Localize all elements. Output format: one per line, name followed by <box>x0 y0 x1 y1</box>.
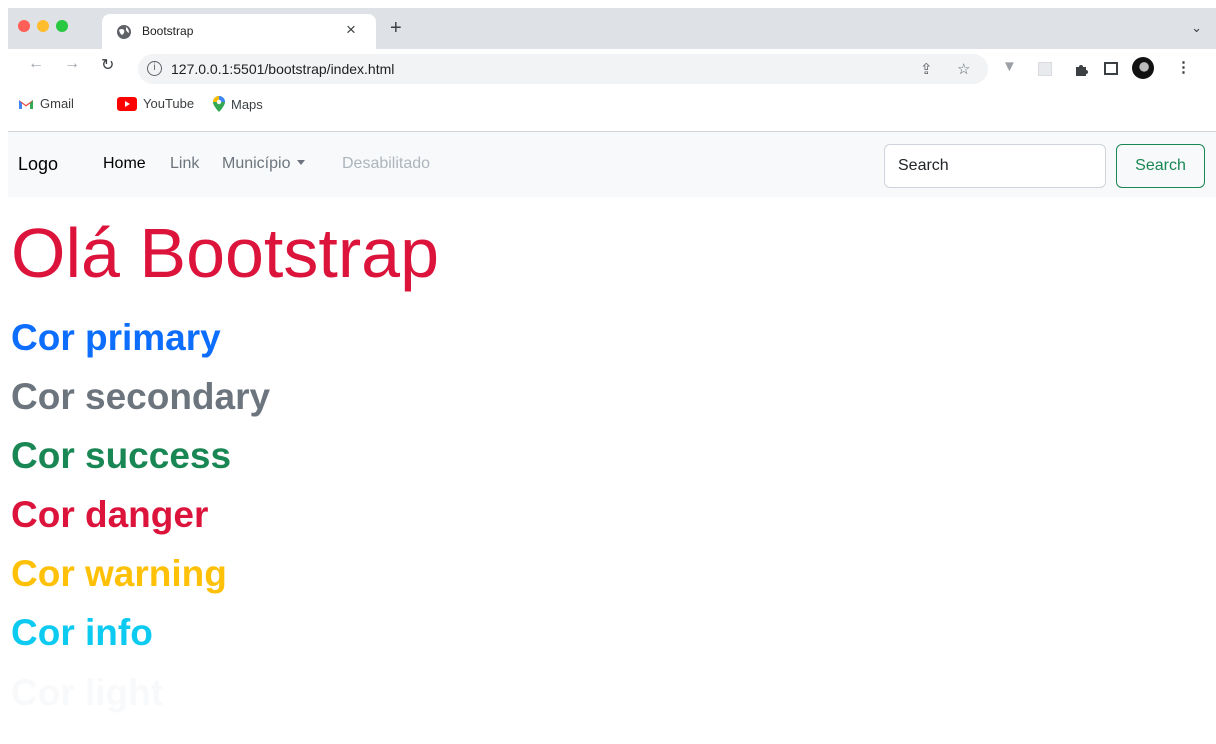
bookmark-label: YouTube <box>143 96 195 111</box>
nav-dropdown-municipio[interactable]: Município <box>222 155 306 173</box>
globe-icon <box>117 25 131 39</box>
youtube-icon <box>117 96 137 111</box>
color-text-danger: Cor danger <box>11 494 209 535</box>
bookmark-youtube[interactable]: YouTube <box>117 96 194 111</box>
share-icon[interactable]: ⇪ <box>920 60 933 78</box>
zoom-window-button[interactable] <box>56 20 68 32</box>
tab-close-icon[interactable]: × <box>346 20 356 40</box>
gmail-icon <box>19 99 33 109</box>
bootstrap-navbar: Logo Home Link Município Desabilitado Se… <box>8 132 1216 197</box>
tab-bootstrap[interactable]: Bootstrap × <box>102 14 376 49</box>
browser-toolbar: ← → ↻ i 127.0.0.1:5501/bootstrap/index.h… <box>8 49 1216 99</box>
side-panel-icon[interactable] <box>1104 62 1118 75</box>
page-viewport: Logo Home Link Município Desabilitado Se… <box>8 131 1216 744</box>
browser-window: Bootstrap × + ⌄ ← → ↻ i 127.0.0.1:5501/b… <box>8 8 1216 744</box>
window-controls <box>18 20 68 32</box>
extensions-puzzle-icon[interactable] <box>1074 62 1089 77</box>
navbar-brand[interactable]: Logo <box>18 154 58 175</box>
bookmark-maps[interactable]: Maps <box>213 96 263 112</box>
address-bar[interactable]: i 127.0.0.1:5501/bootstrap/index.html ⇪ … <box>138 54 988 84</box>
color-text-success: Cor success <box>11 435 232 476</box>
color-text-light: Cor light <box>11 672 164 713</box>
nav-link-disabled: Desabilitado <box>342 155 431 172</box>
url-text[interactable]: 127.0.0.1:5501/bootstrap/index.html <box>171 61 394 77</box>
reload-icon[interactable]: ↻ <box>101 55 114 75</box>
search-input[interactable] <box>884 144 1106 188</box>
nav-dropdown-label: Município <box>222 155 291 172</box>
menu-kebab-icon[interactable]: ⋮ <box>1176 58 1191 76</box>
bookmark-gmail[interactable]: Gmail <box>18 96 74 111</box>
color-text-info: Cor info <box>11 612 153 653</box>
bookmarks-bar: Gmail YouTube Maps <box>8 96 1216 131</box>
close-window-button[interactable] <box>18 20 30 32</box>
forward-icon[interactable]: → <box>64 55 80 73</box>
tab-search-icon[interactable]: ⌄ <box>1191 20 1202 36</box>
caret-down-icon <box>297 160 306 165</box>
extension-v-icon[interactable]: ▼ <box>1002 58 1017 75</box>
bookmark-star-icon[interactable]: ☆ <box>957 60 970 78</box>
color-text-primary: Cor primary <box>11 317 221 358</box>
new-tab-button[interactable]: + <box>390 17 402 40</box>
page-heading: Olá Bootstrap <box>11 214 439 292</box>
color-text-secondary: Cor secondary <box>11 376 271 417</box>
avatar[interactable] <box>1132 57 1154 79</box>
site-info-icon[interactable]: i <box>147 61 162 76</box>
minimize-window-button[interactable] <box>37 20 49 32</box>
tab-title: Bootstrap <box>142 24 194 38</box>
nav-link-home[interactable]: Home <box>103 155 146 173</box>
search-button[interactable]: Search <box>1116 144 1205 188</box>
color-text-warning: Cor warning <box>11 553 227 594</box>
back-icon[interactable]: ← <box>28 55 44 73</box>
nav-link-link[interactable]: Link <box>170 155 199 173</box>
extension-grid-icon[interactable] <box>1038 62 1052 76</box>
tab-strip: Bootstrap × + ⌄ <box>8 8 1216 49</box>
bookmark-label: Maps <box>231 96 263 112</box>
bookmark-label: Gmail <box>40 96 74 111</box>
maps-pin-icon <box>213 96 225 112</box>
